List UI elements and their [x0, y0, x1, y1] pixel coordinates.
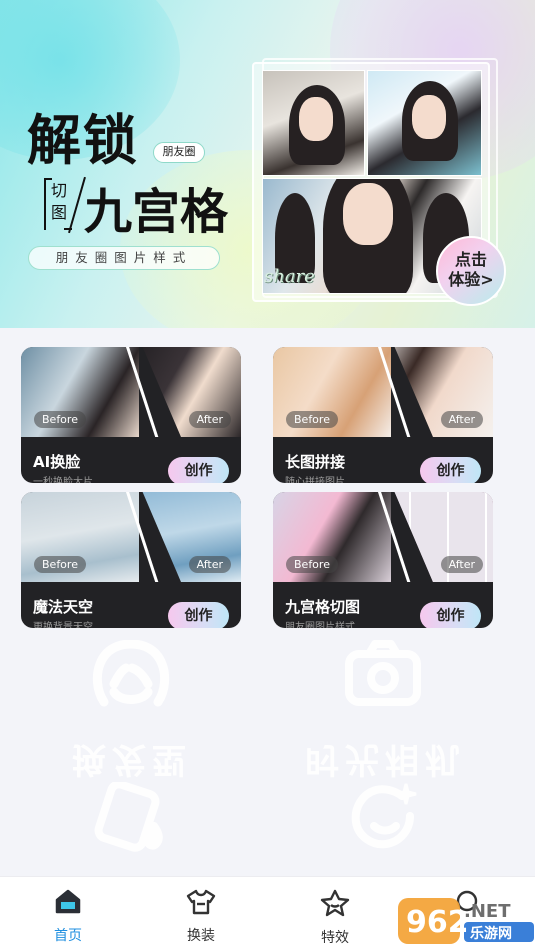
create-button[interactable]: 创作 — [420, 602, 481, 628]
card-preview: Before After — [21, 347, 241, 437]
before-label: Before — [34, 556, 86, 573]
photo-figure — [343, 183, 393, 245]
card-subtitle: 随心拼接图片 — [285, 477, 345, 483]
sparkle-face-icon[interactable] — [350, 782, 420, 856]
feature-card-face-swap[interactable]: Before After AI换脸 一秒换脸大片 创作 — [21, 347, 241, 483]
banner-tag: 朋友圈 — [153, 142, 205, 163]
nav-effects[interactable]: 特效 — [305, 889, 365, 947]
star-icon — [320, 889, 350, 917]
create-button[interactable]: 创作 — [420, 457, 481, 483]
category-label: 时光相机 — [305, 739, 465, 779]
before-label: Before — [34, 411, 86, 428]
after-label: After — [188, 411, 231, 428]
nav-label: 首页 — [54, 928, 82, 944]
card-title: 魔法天空 — [33, 598, 94, 616]
nav-label: 特效 — [321, 930, 349, 946]
banner-title-line1: 解锁 — [27, 108, 139, 172]
after-label: After — [188, 556, 231, 573]
hero-banner[interactable]: 解锁 朋友圈 切图 九宫格 朋友圈图片样式 share 点击体验> — [0, 0, 535, 328]
watermark-subtext: 乐游网 — [470, 925, 512, 942]
tshirt-icon — [186, 889, 216, 915]
banner-small-text: 切图 — [50, 181, 67, 222]
photo-caption: share — [264, 266, 315, 287]
feature-card-magic-sky[interactable]: Before After 魔法天空 更换背景天空 创作 — [21, 492, 241, 628]
after-label: After — [440, 411, 483, 428]
nav-dress-up[interactable]: 换装 — [171, 889, 231, 945]
before-label: Before — [286, 411, 338, 428]
card-title: 长图拼接 — [285, 453, 346, 471]
photo-figure — [412, 95, 446, 139]
try-now-button[interactable]: 点击体验> — [436, 236, 506, 306]
card-title: AI换脸 — [33, 453, 81, 471]
grid-photo — [367, 70, 482, 176]
nav-home[interactable]: 首页 — [38, 889, 98, 945]
before-label: Before — [286, 556, 338, 573]
site-watermark: 962 .NET 乐游网 — [398, 892, 535, 946]
card-subtitle: 朋友圈图片样式 — [285, 622, 355, 628]
nav-label: 换装 — [187, 928, 215, 944]
card-preview: Before After — [273, 492, 493, 582]
create-button[interactable]: 创作 — [168, 457, 229, 483]
card-title: 九宫格切图 — [285, 598, 361, 616]
home-icon — [55, 889, 81, 914]
card-preview: Before After — [21, 492, 241, 582]
try-now-label: 点击体验> — [448, 250, 494, 289]
create-button[interactable]: 创作 — [168, 602, 229, 628]
hair-icon[interactable] — [90, 639, 172, 712]
after-label: After — [440, 556, 483, 573]
camera-icon[interactable] — [345, 640, 421, 710]
svg-text:.NET: .NET — [464, 901, 511, 922]
feature-card-nine-grid[interactable]: Before After 九宫格切图 朋友圈图片样式 创作 — [273, 492, 493, 628]
card-subtitle: 更换背景天空 — [33, 622, 93, 628]
card-preview: Before After — [273, 347, 493, 437]
grid-photo — [262, 70, 365, 176]
photo-figure — [299, 97, 333, 141]
card-subtitle: 一秒换脸大片 — [33, 477, 93, 483]
feature-card-long-stitch[interactable]: Before After 长图拼接 随心拼接图片 创作 — [273, 347, 493, 483]
watermark-number: 962 — [406, 905, 469, 940]
category-label: 换发型 — [72, 739, 192, 779]
banner-title-line2: 九宫格 — [84, 184, 229, 240]
sticker-icon[interactable] — [94, 780, 170, 856]
banner-subtitle: 朋友圈图片样式 — [28, 246, 220, 270]
